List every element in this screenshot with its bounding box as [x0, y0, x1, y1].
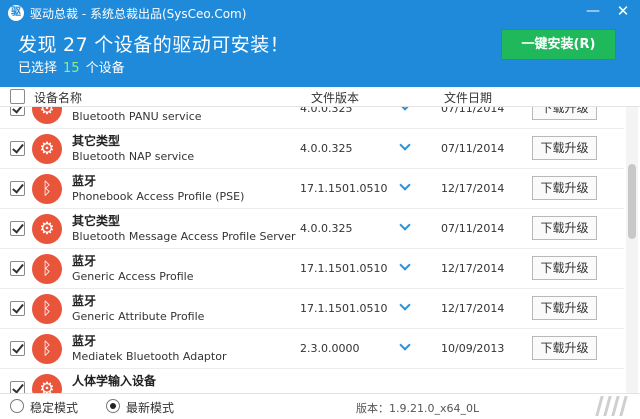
device-name: Generic Attribute Profile	[72, 310, 205, 323]
chevron-down-icon[interactable]	[398, 180, 412, 194]
list-scrollbar[interactable]	[626, 107, 638, 393]
column-header: 设备名称 文件版本 文件日期	[0, 87, 640, 107]
gear-icon: ⚙	[32, 134, 62, 164]
bluetooth-icon: ᛒ	[32, 254, 62, 284]
device-category: 蓝牙	[72, 294, 97, 308]
download-upgrade-button[interactable]: 下载升级	[532, 107, 597, 120]
file-date: 07/11/2014	[441, 142, 505, 155]
device-category: 人体学输入设备	[72, 374, 157, 388]
file-version: 4.0.0.325	[300, 142, 353, 155]
row-checkbox[interactable]	[10, 181, 25, 196]
column-file-date: 文件日期	[444, 91, 493, 105]
row-checkbox[interactable]	[10, 221, 25, 236]
file-date: 07/11/2014	[441, 222, 505, 235]
close-button[interactable]: ✕	[608, 0, 638, 24]
column-device-name: 设备名称	[34, 91, 83, 105]
chevron-down-icon[interactable]	[398, 107, 412, 114]
headline-prefix: 发现	[18, 34, 58, 56]
selected-summary: 已选择 15 个设备	[18, 57, 125, 76]
resize-grip-icon[interactable]	[594, 396, 628, 416]
scrollbar-thumb[interactable]	[628, 164, 636, 239]
download-upgrade-button[interactable]: 下载升级	[532, 176, 597, 200]
row-checkbox[interactable]	[10, 341, 25, 356]
selected-suffix: 个设备	[85, 61, 125, 76]
device-category: 蓝牙	[72, 254, 97, 268]
footer-bar: 稳定模式 最新模式 版本：1.9.21.0_x64_0L	[0, 393, 640, 419]
device-name: Bluetooth NAP service	[72, 150, 195, 163]
driver-list: ⚙其它类型Bluetooth PANU service4.0.0.32507/1…	[0, 107, 624, 393]
table-row[interactable]: ⚙ 人体学输入设备	[0, 369, 624, 393]
file-date: 12/17/2014	[441, 182, 505, 195]
select-all-checkbox[interactable]	[10, 89, 25, 104]
chevron-down-icon[interactable]	[398, 340, 412, 354]
gear-icon: ⚙	[32, 374, 62, 393]
stable-mode-radio[interactable]	[10, 399, 24, 413]
gear-icon: ⚙	[32, 107, 62, 124]
column-file-version: 文件版本	[311, 91, 360, 105]
one-click-install-button[interactable]: 一键安装(R)	[501, 29, 616, 60]
selected-count: 15	[63, 61, 80, 76]
file-date: 12/17/2014	[441, 262, 505, 275]
latest-mode-label: 最新模式	[126, 401, 175, 415]
minimize-button[interactable]: —	[578, 0, 608, 24]
latest-mode-radio[interactable]	[106, 399, 120, 413]
chevron-down-icon[interactable]	[398, 140, 412, 154]
table-row[interactable]: ᛒ 蓝牙 Generic Attribute Profile 17.1.1501.05…	[0, 289, 624, 329]
row-checkbox[interactable]	[10, 301, 25, 316]
download-upgrade-button[interactable]: 下载升级	[532, 216, 597, 240]
selected-prefix: 已选择	[18, 61, 58, 76]
table-row[interactable]: ᛒ 蓝牙 Phonebook Access Profile (PSE) 17.1.15…	[0, 169, 624, 209]
header-banner: 驱 驱动总裁 - 系统总裁出品(SysCeo.Com) — ✕ 发现 27 个设备的…	[0, 0, 640, 87]
bluetooth-icon: ᛒ	[32, 174, 62, 204]
download-upgrade-button[interactable]: 下载升级	[532, 296, 597, 320]
table-row[interactable]: ᛒ 蓝牙 Mediatek Bluetooth Adaptor 2.3.0.0000 1…	[0, 329, 624, 369]
device-name: Bluetooth PANU service	[72, 110, 202, 123]
device-category: 其它类型	[72, 107, 120, 109]
version-label: 版本：1.9.21.0_x64_0L	[356, 402, 480, 415]
file-version: 17.1.1501.0510	[300, 262, 388, 275]
table-row[interactable]: ⚙ 其它类型Bluetooth PANU service 4.0.0.325 07/1…	[0, 107, 624, 129]
row-checkbox[interactable]	[10, 107, 25, 116]
device-category: 蓝牙	[72, 334, 97, 348]
row-checkbox[interactable]	[10, 261, 25, 276]
file-version: 4.0.0.325	[300, 107, 353, 115]
file-date: 12/17/2014	[441, 302, 505, 315]
app-logo-icon: 驱	[8, 5, 24, 21]
file-version: 4.0.0.325	[300, 222, 353, 235]
row-checkbox[interactable]	[10, 381, 25, 393]
chevron-down-icon[interactable]	[398, 300, 412, 314]
file-version: 2.3.0.0000	[300, 342, 360, 355]
stable-mode-label: 稳定模式	[30, 401, 79, 415]
device-category: 其它类型	[72, 214, 121, 228]
chevron-down-icon[interactable]	[398, 260, 412, 274]
row-checkbox[interactable]	[10, 141, 25, 156]
file-date: 07/11/2014	[441, 107, 505, 115]
table-row[interactable]: ⚙ 其它类型 Bluetooth NAP service 4.0.0.325 07/11…	[0, 129, 624, 169]
file-version: 17.1.1501.0510	[300, 182, 388, 195]
device-category: 蓝牙	[72, 174, 97, 188]
bluetooth-icon: ᛒ	[32, 294, 62, 324]
download-upgrade-button[interactable]: 下载升级	[532, 136, 597, 160]
download-upgrade-button[interactable]: 下载升级	[532, 336, 597, 360]
table-row[interactable]: ᛒ 蓝牙 Generic Access Profile 17.1.1501.0510 1…	[0, 249, 624, 289]
window-title: 驱动总裁 - 系统总裁出品(SysCeo.Com)	[30, 7, 247, 21]
title-bar: 驱 驱动总裁 - 系统总裁出品(SysCeo.Com) — ✕	[0, 0, 640, 26]
file-date: 10/09/2013	[441, 342, 505, 355]
device-name: Mediatek Bluetooth Adaptor	[72, 350, 227, 363]
gear-icon: ⚙	[32, 214, 62, 244]
chevron-down-icon[interactable]	[398, 220, 412, 234]
device-count: 27	[63, 34, 89, 56]
table-row[interactable]: ⚙ 其它类型 Bluetooth Message Access Profile Se…	[0, 209, 624, 249]
headline: 发现 27 个设备的驱动可安装！	[18, 30, 289, 57]
download-upgrade-button[interactable]: 下载升级	[532, 256, 597, 280]
bluetooth-icon: ᛒ	[32, 334, 62, 364]
file-version: 17.1.1501.0510	[300, 302, 388, 315]
device-name: Phonebook Access Profile (PSE)	[72, 190, 245, 203]
headline-suffix: 个设备的驱动可安装！	[94, 34, 290, 56]
device-name: Bluetooth Message Access Profile Server	[72, 230, 296, 243]
device-name: Generic Access Profile	[72, 270, 194, 283]
device-category: 其它类型	[72, 134, 121, 148]
